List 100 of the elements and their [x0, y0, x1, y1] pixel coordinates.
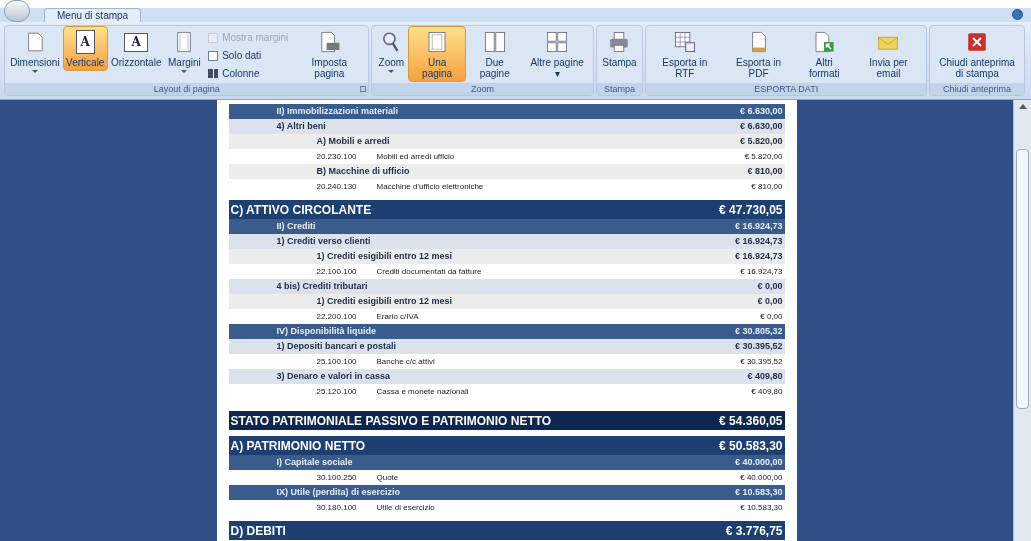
ribbon-tab[interactable]: Menu di stampa: [44, 8, 142, 22]
row-label: A) Mobili e arredi: [316, 134, 390, 148]
row-amount: € 40.000,00: [740, 471, 783, 484]
group-label: ESPORTA DATI: [754, 84, 819, 94]
checkbox-label: Solo dati: [222, 49, 262, 63]
row-amount: € 3.776,75: [725, 522, 783, 540]
table-export-icon: [672, 30, 697, 54]
columns-button[interactable]: Colonne: [208, 66, 289, 81]
account-name: Cassa e monete nazionali: [376, 385, 469, 398]
app-button[interactable]: [4, 0, 30, 22]
row-amount: € 30.395,52: [740, 355, 783, 368]
account-code: 20.230.100: [316, 150, 358, 163]
ribbon-button[interactable]: Altri formati: [795, 26, 853, 82]
ribbon-button[interactable]: Chiudi anteprima di stampa: [932, 26, 1022, 82]
row-amount: € 30.805,32: [734, 324, 783, 338]
row-amount: € 30.395,52: [734, 339, 783, 353]
row-label: 1) Crediti verso clienti: [276, 234, 371, 248]
ribbon-button[interactable]: Dimensioni: [7, 26, 63, 76]
row-label: IX) Utile (perdita) di esercizio: [276, 485, 401, 499]
account-code: 25.120.100: [316, 385, 358, 398]
group-label: Layout di pagina: [153, 84, 220, 94]
row-label: D) DEBITI: [230, 522, 286, 540]
row-amount: € 5.820,00: [739, 134, 783, 148]
ribbon-button[interactable]: Invia per email: [852, 26, 925, 82]
account-code: 22.100.100: [316, 265, 358, 278]
row-label: 4) Altri beni: [276, 119, 326, 133]
row-amount: € 16.924,73: [734, 219, 783, 233]
four-pages-icon: [545, 30, 570, 54]
row-amount: € 16.924,73: [734, 249, 783, 263]
row-label: 4 bis) Crediti tributari: [276, 279, 368, 293]
account-code: 25.100.100: [316, 355, 358, 368]
portrait-page-icon: A: [75, 30, 95, 54]
dropdown-arrow-icon: [181, 70, 188, 73]
ribbon-button[interactable]: Esporta in RTF: [648, 26, 722, 82]
account-code: 22.200.100: [316, 310, 358, 323]
row-amount: € 40.000,00: [734, 455, 783, 469]
account-name: Macchine d'ufficio elettroniche: [376, 180, 484, 193]
row-amount: € 409,80: [751, 385, 783, 398]
account-name: Mobili ed arredi ufficio: [376, 150, 455, 163]
account-name: Crediti documentati da fatture: [376, 265, 482, 278]
row-amount: € 0,00: [757, 279, 783, 293]
row-amount: € 10.583,30: [740, 501, 783, 514]
row-label: STATO PATRIMONIALE PASSIVO E PATRIMONIO NETTO: [230, 412, 552, 430]
ribbon-button[interactable]: Altre pagine ▾: [523, 26, 591, 82]
row-amount: € 16.924,73: [740, 265, 783, 278]
dropdown-arrow-icon: [31, 70, 38, 73]
row-amount: € 0,00: [760, 310, 783, 323]
row-amount: € 16.924,73: [734, 234, 783, 248]
row-amount: € 47.730,05: [719, 201, 783, 219]
account-code: 30.180.100: [316, 501, 358, 514]
ribbon-button[interactable]: Margini: [164, 26, 205, 76]
row-amount: € 54.360,05: [719, 412, 783, 430]
ribbon-button[interactable]: A Verticale: [62, 26, 108, 71]
group-label: Zoom: [471, 84, 495, 94]
account-name: Banche c/c attivi: [376, 355, 435, 368]
row-amount: € 5.820,00: [744, 150, 783, 163]
row-amount: € 50.583,30: [719, 437, 783, 455]
ribbon-button[interactable]: A Orizzontale: [107, 26, 165, 71]
account-name: Quote: [376, 471, 399, 484]
dialog-launcher-icon[interactable]: [360, 86, 367, 92]
row-label: I) Capitale sociale: [276, 455, 353, 469]
ribbon-button[interactable]: Una pagina: [408, 26, 466, 82]
ribbon-button[interactable]: Due pagine: [465, 26, 524, 82]
row-amount: € 810,00: [747, 164, 783, 178]
account-name: Utile di esercizio: [376, 501, 435, 514]
row-amount: € 810,00: [751, 180, 783, 193]
group-label: Chiudi anteprima: [943, 84, 1012, 94]
checkbox-label: Mostra margini: [222, 31, 289, 45]
landscape-page-icon: A: [124, 32, 149, 52]
row-label: C) ATTIVO CIRCOLANTE: [230, 201, 372, 219]
dropdown-arrow-icon: [388, 70, 395, 73]
scroll-up-icon[interactable]: [1018, 104, 1027, 109]
ribbon-button[interactable]: Esporta in PDF: [721, 26, 796, 82]
ribbon-button[interactable]: Zoom: [374, 26, 409, 76]
row-label: II) Immobilizzazioni materiali: [276, 104, 399, 118]
account-code: 30.100.250: [316, 471, 358, 484]
row-label: 1) Crediti esigibili entro 12 mesi: [316, 294, 453, 308]
row-label: 1) Crediti esigibili entro 12 mesi: [316, 249, 453, 263]
account-name: Erario c/IVA: [376, 310, 419, 323]
scroll-thumb[interactable]: [1016, 149, 1029, 409]
vertical-scrollbar[interactable]: [1013, 100, 1031, 541]
row-amount: € 10.583,30: [734, 485, 783, 499]
columns-icon: [208, 69, 219, 78]
row-label: A) PATRIMONIO NETTO: [230, 437, 366, 455]
row-amount: € 6.630,00: [739, 104, 783, 118]
row-label: 1) Depositi bancari e postali: [276, 339, 397, 353]
row-amount: € 0,00: [757, 294, 783, 308]
checkbox[interactable]: [208, 50, 219, 61]
row-label: 3) Denaro e valori in cassa: [276, 369, 391, 383]
row-amount: € 6.630,00: [739, 119, 783, 133]
document-arrow-icon: [812, 30, 837, 54]
row-amount: € 409,80: [747, 369, 783, 383]
ribbon-button[interactable]: Stampa: [598, 26, 641, 71]
account-code: 20.240.130: [316, 180, 358, 193]
row-label: II) Crediti: [276, 219, 316, 233]
row-label: IV) Disponibilità liquide: [276, 324, 376, 338]
ribbon-button[interactable]: Imposta pagina: [292, 26, 367, 82]
row-label: B) Macchine di ufficio: [316, 164, 410, 178]
help-icon[interactable]: [1012, 9, 1023, 20]
group-label: Stampa: [603, 84, 635, 94]
